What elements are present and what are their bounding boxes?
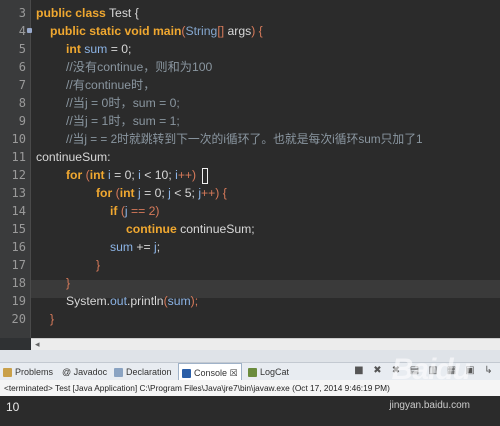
line-number: 14 bbox=[11, 204, 26, 218]
line-number: 16 bbox=[11, 240, 26, 254]
code-editor[interactable]: 3 4 5 6 7 8 9 10 11 12 13 14 15 16 17 18… bbox=[0, 0, 500, 338]
tab-label: Console bbox=[194, 368, 228, 378]
code-line-5: int sum = 0; bbox=[66, 42, 132, 56]
code-line-7: //有continue时， bbox=[66, 78, 156, 92]
code-line-15: continue continueSum; bbox=[126, 222, 255, 236]
scroll-left-icon[interactable]: ◂ bbox=[35, 340, 40, 350]
remove-launch-icon[interactable]: ✖ bbox=[372, 365, 383, 376]
open-console-icon[interactable]: ↳ bbox=[483, 365, 494, 376]
declaration-icon bbox=[114, 368, 123, 378]
console-output-text: 10 bbox=[6, 400, 20, 414]
text-cursor bbox=[201, 167, 208, 184]
line-number: 20 bbox=[11, 312, 26, 326]
logcat-icon bbox=[248, 368, 257, 378]
code-line-13: for (int j = 0; j < 5; j++) { bbox=[96, 186, 227, 200]
line-number: 7 bbox=[18, 78, 26, 92]
code-line-10: //当j = = 2时就跳转到下一次的i循环了。也就是每次i循环sum只加了1 bbox=[66, 132, 423, 146]
close-icon[interactable]: ☒ bbox=[230, 368, 238, 378]
watermark-url: jingyan.baidu.com bbox=[389, 400, 470, 411]
code-line-16: sum += j; bbox=[110, 240, 161, 254]
code-line-18: } bbox=[66, 276, 71, 290]
line-number: 15 bbox=[11, 222, 26, 236]
console-icon bbox=[182, 369, 191, 379]
line-number: 19 bbox=[11, 294, 26, 308]
line-number: 17 bbox=[11, 258, 26, 272]
terminate-icon[interactable]: ■ bbox=[353, 365, 364, 376]
tab-label: @ Javadoc bbox=[62, 367, 108, 377]
tab-logcat[interactable]: LogCat bbox=[248, 363, 289, 381]
code-line-19: System.out.println(sum); bbox=[66, 294, 199, 308]
line-number: 13 bbox=[11, 186, 26, 200]
code-line-12: for (int i = 0; i < 10; i++) bbox=[66, 166, 208, 184]
line-number: 3 bbox=[18, 6, 26, 20]
eclipse-window: 3 4 5 6 7 8 9 10 11 12 13 14 15 16 17 18… bbox=[0, 0, 500, 426]
code-line-8: //当j = 0时，sum = 0; bbox=[66, 96, 180, 110]
tab-label: LogCat bbox=[260, 367, 290, 377]
problems-icon bbox=[3, 368, 12, 378]
tab-declaration[interactable]: Declaration bbox=[114, 363, 172, 381]
code-line-17: } bbox=[96, 258, 101, 272]
line-number: 8 bbox=[18, 96, 26, 110]
code-line-9: //当j = 1时，sum = 1; bbox=[66, 114, 180, 128]
line-number: 4 bbox=[18, 24, 26, 38]
line-number: 12 bbox=[11, 168, 26, 182]
code-line-11: continueSum: bbox=[36, 150, 111, 164]
tab-javadoc[interactable]: @ Javadoc bbox=[62, 363, 107, 381]
baidu-logo-watermark: Baidu bbox=[391, 353, 471, 386]
line-number: 11 bbox=[11, 150, 26, 164]
line-number: 10 bbox=[11, 132, 26, 146]
tab-problems[interactable]: Problems bbox=[3, 363, 53, 381]
tab-label: Declaration bbox=[126, 367, 172, 377]
line-number: 6 bbox=[18, 60, 26, 74]
code-line-6: //没有continue，则和为100 bbox=[66, 60, 213, 74]
code-line-4: public static void main(String[] args) { bbox=[50, 24, 263, 38]
code-line-20: } bbox=[50, 312, 55, 326]
line-number: 9 bbox=[18, 114, 26, 128]
tab-label: Problems bbox=[15, 367, 54, 377]
line-number: 5 bbox=[18, 42, 26, 56]
code-line-3: public class Test { bbox=[36, 6, 139, 20]
tab-console[interactable]: Console ☒ bbox=[178, 363, 242, 381]
line-number: 18 bbox=[11, 276, 26, 290]
override-marker-icon[interactable] bbox=[27, 28, 32, 33]
code-line-14: if (j == 2) bbox=[110, 204, 160, 218]
